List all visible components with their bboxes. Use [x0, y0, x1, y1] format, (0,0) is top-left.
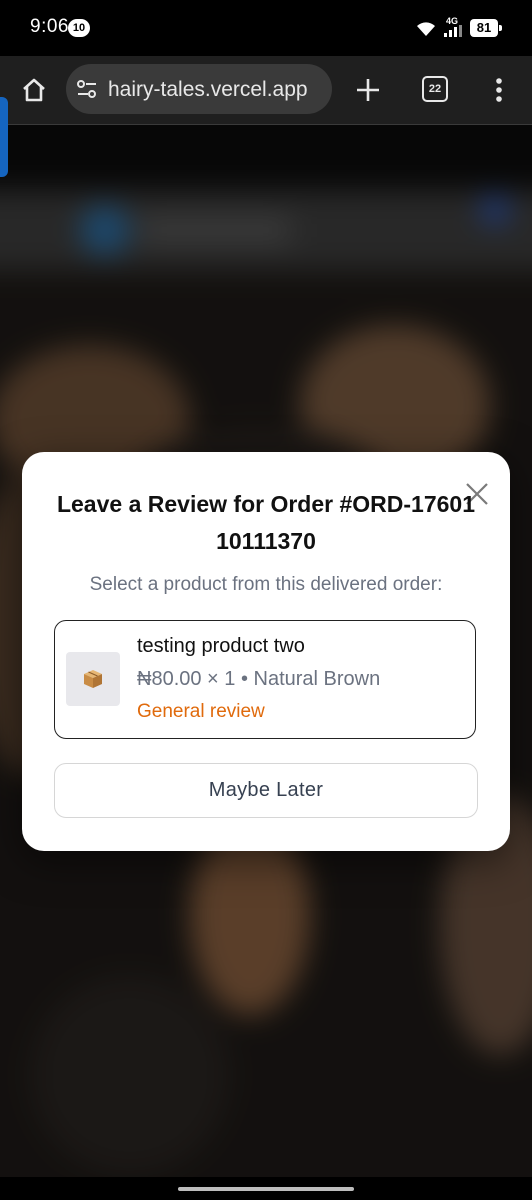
status-bar: 9:06 10 4G 81 — [0, 0, 532, 56]
review-modal: Leave a Review for Order #ORD-1760110111… — [22, 452, 510, 851]
tune-icon[interactable] — [76, 79, 98, 104]
signal-icon — [444, 24, 462, 42]
maybe-later-button[interactable]: Maybe Later — [54, 763, 478, 818]
more-vert-icon[interactable] — [484, 70, 514, 110]
plus-icon — [357, 79, 379, 101]
product-option[interactable]: testing product two ₦80.00 × 1 • Natural… — [54, 620, 476, 739]
address-bar[interactable]: hairy-tales.vercel.app — [66, 64, 332, 114]
navigation-bar — [0, 1177, 532, 1200]
battery-level: 81 — [476, 20, 492, 35]
product-name: testing product two — [137, 635, 305, 657]
new-tab-button[interactable] — [348, 70, 388, 110]
product-price-meta: ₦80.00 × 1 • Natural Brown — [137, 668, 381, 690]
browser-toolbar: hairy-tales.vercel.app 22 — [0, 56, 532, 125]
home-button[interactable] — [14, 70, 54, 110]
tabs-icon[interactable]: 22 — [422, 76, 448, 102]
product-thumbnail — [66, 652, 120, 706]
notification-badge: 10 — [68, 19, 90, 37]
package-icon — [84, 670, 102, 688]
side-tab[interactable] — [0, 97, 8, 177]
modal-subtitle: Select a product from this delivered ord… — [89, 574, 443, 595]
url-text[interactable]: hairy-tales.vercel.app — [108, 78, 320, 102]
status-time: 9:06 — [30, 16, 69, 37]
wifi-icon — [414, 18, 438, 43]
review-type-label: General review — [137, 701, 265, 722]
home-icon — [23, 78, 45, 102]
modal-title: Leave a Review for Order #ORD-1760110111… — [56, 491, 476, 554]
battery-icon: 81 — [470, 19, 502, 37]
gesture-handle[interactable] — [178, 1187, 354, 1191]
